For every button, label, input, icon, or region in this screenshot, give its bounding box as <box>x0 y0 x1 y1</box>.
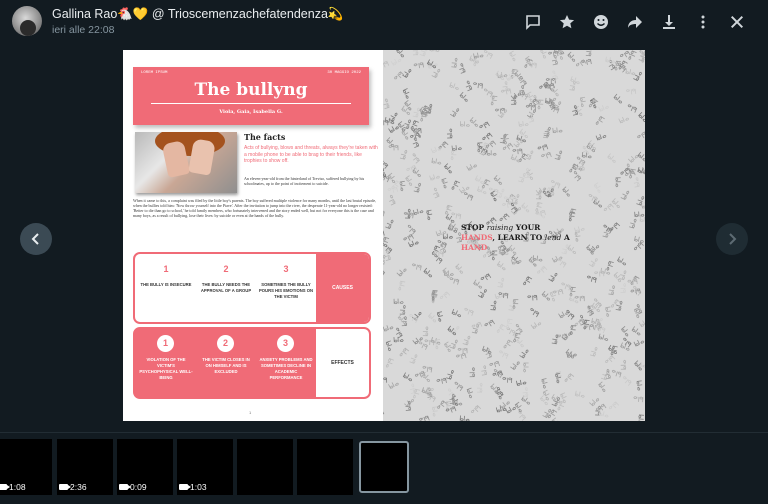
cause-number: 2 <box>223 264 229 274</box>
media-thumbnail-selected[interactable] <box>359 441 409 493</box>
quote-part: HANDS <box>461 233 493 242</box>
facts-body-1: An eleven-year-old from the hinterland o… <box>244 176 365 186</box>
cause-text: THE BULLY NEEDS THE APPROVAL OF A GROUP <box>200 282 252 293</box>
media-viewer-header: Gallina Rao🐔💛 @ Trioscemenzachefatendenz… <box>0 0 768 44</box>
emoji-icon[interactable] <box>584 10 618 34</box>
quote-text: STOP raising YOUR HANDS, LEARN TO lend A… <box>461 223 571 253</box>
effect-item: 2 THE VICTIM CLOSES IN ON HIMSELF AND IS… <box>197 329 255 397</box>
effect-text: VIOLATION OF THE VICTIM'S PSYCHOPHYSICAL… <box>139 357 193 380</box>
message-timestamp: ieri alle 22:08 <box>52 24 115 36</box>
duration-label: 2:36 <box>70 482 87 492</box>
media-thumbnail[interactable]: 0:09 <box>117 439 173 495</box>
media-thumbnail[interactable] <box>297 439 353 495</box>
download-icon[interactable] <box>652 10 686 34</box>
effects-box: 1 VIOLATION OF THE VICTIM'S PSYCHOPHYSIC… <box>133 327 371 399</box>
quote-part: lend <box>544 233 562 242</box>
duration-label: 0:09 <box>130 482 147 492</box>
page-number: 1 <box>249 410 252 415</box>
banner-header-right: 30 MAGGIO 2022 <box>327 71 361 75</box>
document-title: The bullyng <box>194 80 308 100</box>
media-thumbnail[interactable]: 2:36 <box>57 439 113 495</box>
video-icon <box>119 484 131 490</box>
causes-box: 1 THE BULLY IS INSECURE 2 THE BULLY NEED… <box>133 252 371 324</box>
avatar[interactable] <box>12 6 42 36</box>
quote-part: , LEARN TO <box>492 233 545 242</box>
quote-part: A <box>561 233 570 242</box>
document-right-page: STOP raising YOUR HANDS, LEARN TO lend A… <box>383 50 645 421</box>
effect-text: THE VICTIM CLOSES IN ON HIMSELF AND IS E… <box>202 357 250 374</box>
document-left-page: LOREM IPSUM 30 MAGGIO 2022 The bullyng V… <box>123 50 383 421</box>
duration-label: 1:03 <box>190 482 207 492</box>
document-image: LOREM IPSUM 30 MAGGIO 2022 The bullyng V… <box>123 50 645 421</box>
facts-lead: Acts of bullying, blows and threats, alw… <box>244 145 378 164</box>
title-banner: LOREM IPSUM 30 MAGGIO 2022 The bullyng V… <box>133 67 369 125</box>
cause-item: 3 SOMETIMES THE BULLY POURS HIS EMOTIONS… <box>257 254 315 322</box>
header-actions <box>516 10 754 34</box>
previous-media-button[interactable] <box>20 223 52 255</box>
cause-number: 3 <box>283 264 289 274</box>
title-divider <box>151 103 351 104</box>
effect-item: 1 VIOLATION OF THE VICTIM'S PSYCHOPHYSIC… <box>137 329 195 397</box>
effect-item: 3 ANXIETY PROBLEMS AND SOMETIMES DECLINE… <box>257 329 315 397</box>
video-icon <box>179 484 191 490</box>
thumbnail-duration: 2:36 <box>59 482 87 492</box>
cause-number: 1 <box>163 264 169 274</box>
media-thumbnail[interactable]: 1:08 <box>0 439 52 495</box>
next-media-button[interactable] <box>716 223 748 255</box>
media-thumbnail[interactable] <box>237 439 293 495</box>
cause-text: THE BULLY IS INSECURE <box>140 282 192 287</box>
star-icon[interactable] <box>550 10 584 34</box>
facts-heading: The facts <box>244 132 286 142</box>
sender-name: Gallina Rao🐔💛 @ Trioscemenzachefatendenz… <box>52 7 344 21</box>
effect-text: ANXIETY PROBLEMS AND SOMETIMES DECLINE I… <box>259 357 313 380</box>
close-icon[interactable] <box>720 10 754 34</box>
quote-part: HAND <box>461 243 488 252</box>
effect-number: 2 <box>217 335 234 352</box>
banner-header-left: LOREM IPSUM <box>141 71 168 75</box>
video-icon <box>0 484 10 490</box>
quote-part: raising <box>486 223 514 232</box>
cause-item: 1 THE BULLY IS INSECURE <box>137 254 195 322</box>
media-thumbnail[interactable]: 1:03 <box>177 439 233 495</box>
article-photo <box>135 132 237 193</box>
duration-label: 1:08 <box>9 482 26 492</box>
cause-text: SOMETIMES THE BULLY POURS HIS EMOTIONS O… <box>259 282 313 299</box>
reply-icon[interactable] <box>516 10 550 34</box>
video-icon <box>59 484 71 490</box>
thumbnail-duration: 1:03 <box>179 482 207 492</box>
effect-number: 3 <box>277 335 294 352</box>
cause-item: 2 THE BULLY NEEDS THE APPROVAL OF A GROU… <box>197 254 255 322</box>
chevron-left-icon <box>31 233 39 245</box>
chevron-right-icon <box>729 233 737 245</box>
quote-part: STOP <box>461 223 487 232</box>
effects-label: EFFECTS <box>316 329 369 397</box>
more-icon[interactable] <box>686 10 720 34</box>
thumbnail-duration: 0:09 <box>119 482 147 492</box>
facts-body-2: When it came to this, a complaint was fi… <box>133 198 377 218</box>
quote-part: YOUR <box>513 223 541 232</box>
thumbnail-duration: 1:08 <box>0 482 26 492</box>
effect-number: 1 <box>157 335 174 352</box>
document-authors: Viola, Gaia, Isabella G. <box>219 109 283 115</box>
forward-icon[interactable] <box>618 10 652 34</box>
causes-label: CAUSES <box>316 254 369 322</box>
